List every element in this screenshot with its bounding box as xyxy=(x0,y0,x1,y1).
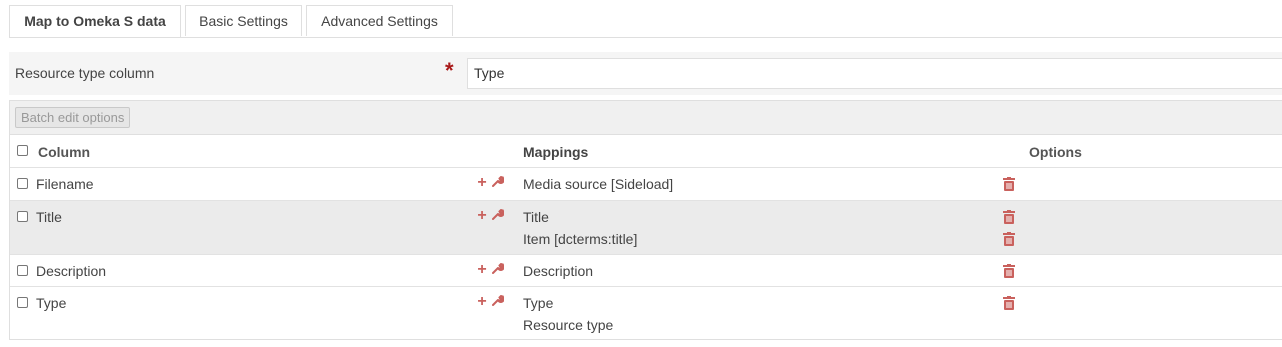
row-checkbox[interactable] xyxy=(17,178,28,189)
plus-icon[interactable]: + xyxy=(474,261,490,279)
column-name: Type xyxy=(36,295,67,311)
mapping-item: Title xyxy=(523,209,549,225)
select-all-checkbox[interactable] xyxy=(17,145,28,156)
plus-icon[interactable]: + xyxy=(474,293,490,311)
resource-type-input[interactable]: Type xyxy=(467,58,1282,89)
plus-icon[interactable]: + xyxy=(474,207,490,225)
tab-bar: Map to Omeka S data Basic Settings Advan… xyxy=(9,5,1282,38)
mapping-item: Resource type xyxy=(523,317,614,333)
required-marker: * xyxy=(445,58,454,83)
column-name: Title xyxy=(36,209,62,225)
row-actions: + xyxy=(474,207,506,225)
mapping-item: Media source [Sideload] xyxy=(523,176,674,192)
column-name: Filename xyxy=(36,176,94,192)
row-actions: + xyxy=(474,293,506,311)
trash-icon[interactable] xyxy=(1003,177,1015,191)
header-options: Options xyxy=(1029,144,1082,160)
mapping-item: Description xyxy=(523,263,594,279)
resource-type-label: Resource type column xyxy=(15,65,155,81)
table-row: Description + Description xyxy=(10,255,1282,287)
resource-type-row: Resource type column * Type xyxy=(9,52,1282,95)
column-name: Description xyxy=(36,263,107,279)
header-mappings: Mappings xyxy=(523,144,589,160)
plus-icon[interactable]: + xyxy=(474,174,490,192)
batch-bar: Batch edit options xyxy=(10,101,1282,135)
row-checkbox[interactable] xyxy=(17,211,28,222)
wrench-icon[interactable] xyxy=(490,207,506,225)
wrench-icon[interactable] xyxy=(490,261,506,279)
row-checkbox[interactable] xyxy=(17,265,28,276)
trash-icon[interactable] xyxy=(1003,232,1015,246)
trash-icon[interactable] xyxy=(1003,296,1015,310)
row-actions: + xyxy=(474,174,506,192)
tab-basic-settings[interactable]: Basic Settings xyxy=(185,5,302,36)
mapping-item: Item [dcterms:title] xyxy=(523,231,638,247)
trash-icon[interactable] xyxy=(1003,264,1015,278)
table-header: Column Mappings Options xyxy=(10,135,1282,168)
mapping-item: Type xyxy=(523,295,554,311)
mapping-table: Batch edit options Column Mappings Optio… xyxy=(9,100,1282,340)
trash-icon[interactable] xyxy=(1003,210,1015,224)
table-row: Type + Type Resource type xyxy=(10,287,1282,339)
wrench-icon[interactable] xyxy=(490,174,506,192)
wrench-icon[interactable] xyxy=(490,293,506,311)
row-actions: + xyxy=(474,261,506,279)
header-column: Column xyxy=(38,144,91,160)
table-row: Title + Title Item [dcterms:title] xyxy=(10,201,1282,255)
batch-edit-button[interactable]: Batch edit options xyxy=(15,107,131,128)
tab-advanced-settings[interactable]: Advanced Settings xyxy=(306,5,453,36)
tab-map-to-omeka[interactable]: Map to Omeka S data xyxy=(9,5,181,37)
row-checkbox[interactable] xyxy=(17,297,28,308)
table-row: Filename + Media source [Sideload] xyxy=(10,168,1282,201)
